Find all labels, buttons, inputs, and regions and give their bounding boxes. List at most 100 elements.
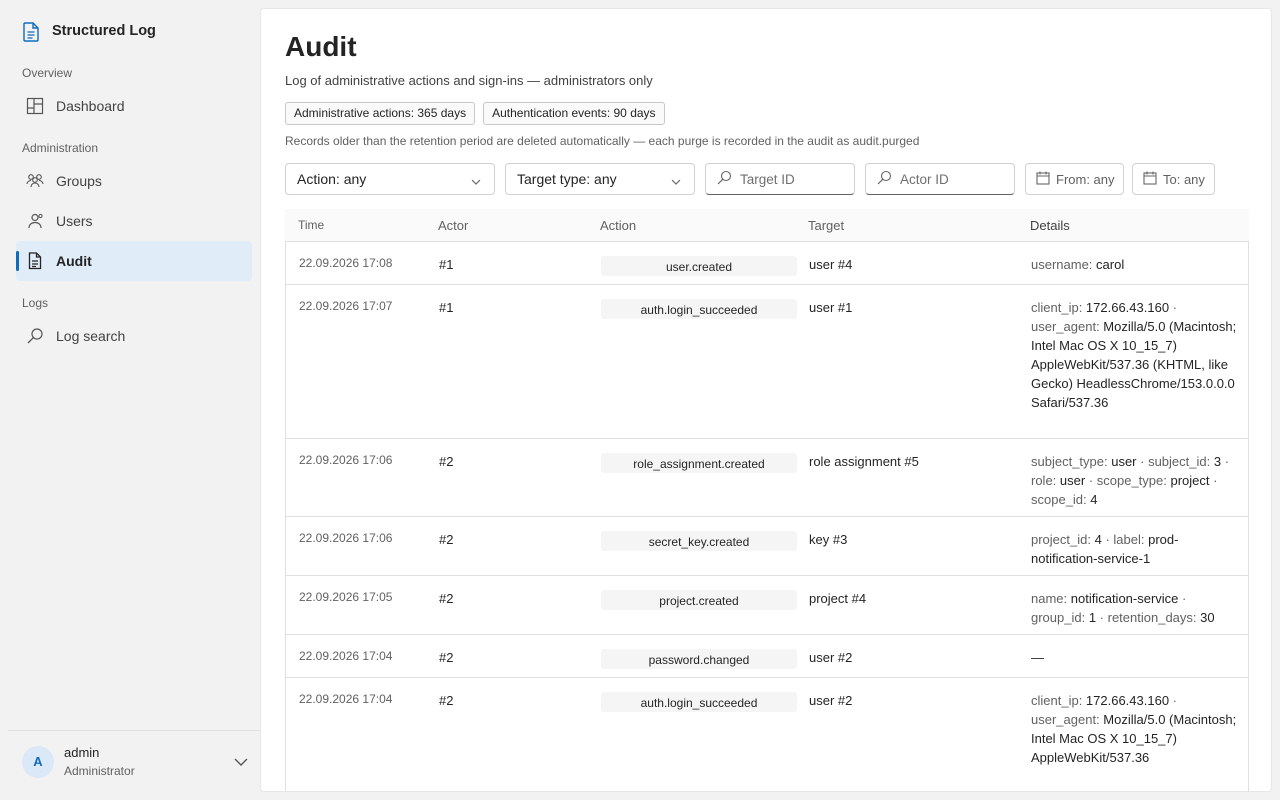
detail-value: 4 xyxy=(1094,532,1102,547)
detail-key: scope_id: xyxy=(1031,492,1091,507)
column-header-action[interactable]: Action xyxy=(587,216,795,235)
action-chip: password.changed xyxy=(601,649,797,669)
sidebar-item-label: Groups xyxy=(56,173,102,189)
detail-separator: · xyxy=(1221,454,1230,469)
action-filter-dropdown[interactable]: Action: any xyxy=(285,163,495,195)
row-action: auth.login_succeeded xyxy=(588,285,797,438)
chevron-down-icon xyxy=(670,174,682,190)
row-details: — xyxy=(1018,635,1248,677)
nav-section-administration: Administration xyxy=(22,141,99,155)
detail-key: group_id: xyxy=(1031,610,1089,625)
row-actor: #1 xyxy=(439,257,454,272)
nav-section-logs: Logs xyxy=(22,296,49,310)
calendar-icon xyxy=(1143,171,1157,188)
nav-section-overview: Overview xyxy=(22,66,73,80)
row-details: subject_type: user · subject_id: 3 · rol… xyxy=(1018,439,1248,516)
target-type-filter-dropdown[interactable]: Target type: any xyxy=(505,163,695,195)
row-actor: #2 xyxy=(439,591,454,606)
sidebar-item-log-search[interactable]: Log search xyxy=(16,316,252,356)
row-details: project_id: 4 · label: prod-notification… xyxy=(1018,517,1248,575)
row-details: client_ip: 172.66.43.160 · user_agent: M… xyxy=(1018,678,1248,791)
row-action: role_assignment.created xyxy=(588,439,797,516)
chevron-down-icon[interactable] xyxy=(234,755,248,770)
action-chip: project.created xyxy=(601,590,797,610)
row-action: auth.login_succeeded xyxy=(588,678,797,791)
detail-key: username: xyxy=(1031,257,1097,272)
action-chip: user.created xyxy=(601,256,797,276)
row-target: key #3 xyxy=(809,532,848,547)
row-time: 22.09.2026 17:07 xyxy=(299,299,393,313)
sidebar-item-dashboard[interactable]: Dashboard xyxy=(16,86,252,126)
detail-separator: · xyxy=(1085,473,1097,488)
from-date-picker[interactable]: From: any xyxy=(1025,163,1124,195)
table-header: Time Actor Action Target Details xyxy=(285,209,1249,242)
row-action: project.created xyxy=(588,576,797,634)
column-header-target[interactable]: Target xyxy=(795,216,1017,235)
retention-badge-admin: Administrative actions: 365 days xyxy=(285,102,476,125)
detail-value: 1 xyxy=(1088,610,1097,625)
action-chip: role_assignment.created xyxy=(601,453,797,473)
table-row[interactable]: 22.09.2026 17:04 #2 password.changed user #… xyxy=(285,635,1249,678)
detail-value: 3 xyxy=(1213,454,1222,469)
row-time: 22.09.2026 17:04 xyxy=(299,649,393,663)
detail-key: role: xyxy=(1031,473,1060,488)
target-id-input[interactable]: Target ID xyxy=(705,163,855,195)
column-header-details[interactable]: Details xyxy=(1017,216,1247,235)
detail-separator: · xyxy=(1096,610,1108,625)
action-chip: auth.login_succeeded xyxy=(601,299,797,319)
target-id-placeholder: Target ID xyxy=(740,171,795,187)
sidebar-item-label: Users xyxy=(56,213,93,229)
from-date-value: From: any xyxy=(1056,171,1115,187)
retention-note: Records older than the retention period … xyxy=(285,134,920,148)
detail-key: label: xyxy=(1113,532,1149,547)
document-icon xyxy=(26,252,44,270)
search-icon xyxy=(716,170,732,189)
table-row[interactable]: 22.09.2026 17:04 #2 auth.login_succeeded us… xyxy=(285,678,1249,791)
sidebar-item-label: Log search xyxy=(56,328,126,344)
detail-key: client_ip: xyxy=(1031,693,1086,708)
detail-separator: · xyxy=(1169,300,1178,315)
table-row[interactable]: 22.09.2026 17:08 #1 user.created user #4 use… xyxy=(285,242,1249,285)
column-header-actor[interactable]: Actor xyxy=(425,216,587,235)
table-row[interactable]: 22.09.2026 17:07 #1 auth.login_succeeded us… xyxy=(285,285,1249,439)
sidebar-item-label: Dashboard xyxy=(56,98,125,114)
table-row[interactable]: 22.09.2026 17:05 #2 project.created project… xyxy=(285,576,1249,635)
user-icon xyxy=(26,212,44,230)
search-icon xyxy=(26,327,44,345)
row-target: user #1 xyxy=(809,300,853,315)
sidebar-item-users[interactable]: Users xyxy=(16,201,252,241)
detail-separator: · xyxy=(1178,591,1187,606)
row-target: project #4 xyxy=(809,591,867,606)
search-icon xyxy=(876,170,892,189)
column-header-time[interactable]: Time xyxy=(285,217,425,233)
to-date-picker[interactable]: To: any xyxy=(1132,163,1215,195)
user-name: admin xyxy=(64,744,100,760)
chevron-down-icon xyxy=(470,174,482,190)
row-action: password.changed xyxy=(588,635,797,677)
row-time: 22.09.2026 17:05 xyxy=(299,590,393,604)
detail-key: client_ip: xyxy=(1031,300,1086,315)
detail-key: subject_type: xyxy=(1031,454,1112,469)
actor-id-input[interactable]: Actor ID xyxy=(865,163,1015,195)
row-time: 22.09.2026 17:06 xyxy=(299,453,393,467)
detail-value: 172.66.43.160 xyxy=(1085,693,1170,708)
table-row[interactable]: 22.09.2026 17:06 #2 secret_key.created key … xyxy=(285,517,1249,576)
detail-key: user_agent: xyxy=(1031,712,1104,727)
row-action: secret_key.created xyxy=(588,517,797,575)
row-actor: #2 xyxy=(439,693,454,708)
detail-value: notification-service xyxy=(1070,591,1179,606)
row-actor: #2 xyxy=(439,532,454,547)
brand[interactable]: Structured Log xyxy=(22,20,156,42)
detail-separator: · xyxy=(1169,693,1178,708)
detail-value: 4 xyxy=(1090,492,1098,507)
sidebar-item-groups[interactable]: Groups xyxy=(16,161,252,201)
row-time: 22.09.2026 17:06 xyxy=(299,531,393,545)
sidebar-item-audit[interactable]: Audit xyxy=(16,241,252,281)
detail-value: 172.66.43.160 xyxy=(1085,300,1170,315)
detail-key: name: xyxy=(1031,591,1071,606)
table-row[interactable]: 22.09.2026 17:06 #2 role_assignment.create… xyxy=(285,439,1249,517)
row-actor: #2 xyxy=(439,650,454,665)
action-chip: secret_key.created xyxy=(601,531,797,551)
table-body: 22.09.2026 17:08 #1 user.created user #4 use… xyxy=(285,242,1249,791)
user-menu[interactable]: A admin Administrator xyxy=(8,730,260,792)
